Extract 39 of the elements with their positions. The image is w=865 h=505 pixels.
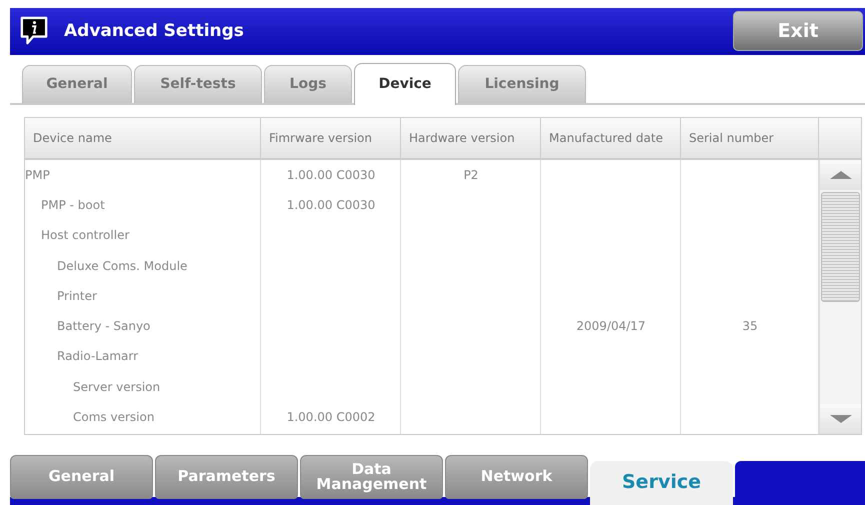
nav-tab[interactable]: Parameters bbox=[155, 454, 298, 499]
info-bubble-icon bbox=[20, 16, 48, 46]
table-cell: 35 bbox=[742, 319, 758, 334]
scroll-down-button[interactable] bbox=[820, 404, 861, 434]
device-name: Host controller bbox=[41, 228, 130, 242]
table-cell: 1.00.00 C0002 bbox=[286, 410, 376, 424]
device-name: PMP bbox=[25, 168, 50, 182]
table-cell: 2009/04/17 bbox=[576, 319, 646, 334]
device-name: Server version bbox=[73, 380, 160, 394]
column-header: Device name bbox=[25, 118, 261, 158]
device-name: Radio-Lamarr bbox=[57, 349, 138, 364]
table-cell: P2 bbox=[464, 168, 478, 182]
window-title: Advanced Settings bbox=[64, 21, 245, 42]
tab[interactable]: General bbox=[22, 64, 132, 103]
down-triangle-icon bbox=[830, 414, 852, 423]
nav-tab[interactable]: Data Management bbox=[300, 454, 443, 499]
column-header: Fimrware version bbox=[261, 118, 401, 158]
scroll-up-button[interactable] bbox=[820, 160, 861, 190]
scrollbar[interactable] bbox=[819, 160, 861, 434]
nav-tab[interactable]: Service bbox=[590, 460, 733, 505]
device-name: Coms version bbox=[73, 410, 154, 424]
exit-button[interactable]: Exit bbox=[733, 11, 863, 52]
device-name: Battery - Sanyo bbox=[57, 319, 150, 334]
nav-tab[interactable]: Network bbox=[445, 454, 588, 499]
tab[interactable]: Logs bbox=[264, 64, 352, 103]
table-cell: 1.00.00 C0030 bbox=[286, 198, 376, 212]
scroll-thumb[interactable] bbox=[821, 192, 860, 302]
device-name: Printer bbox=[57, 288, 97, 303]
column-header: Hardware version bbox=[401, 118, 541, 158]
column-header: Manufactured date bbox=[541, 118, 681, 158]
column-header: Serial number bbox=[681, 118, 819, 158]
table-cell: 1.00.00 C0030 bbox=[286, 168, 376, 182]
tab[interactable]: Licensing bbox=[458, 64, 586, 103]
device-name: PMP - boot bbox=[41, 198, 105, 212]
device-name: Deluxe Coms. Module bbox=[57, 258, 188, 273]
up-triangle-icon bbox=[830, 170, 852, 179]
tab[interactable]: Self-tests bbox=[134, 64, 262, 103]
nav-tab[interactable]: General bbox=[10, 454, 153, 499]
tab[interactable]: Device bbox=[354, 62, 456, 105]
